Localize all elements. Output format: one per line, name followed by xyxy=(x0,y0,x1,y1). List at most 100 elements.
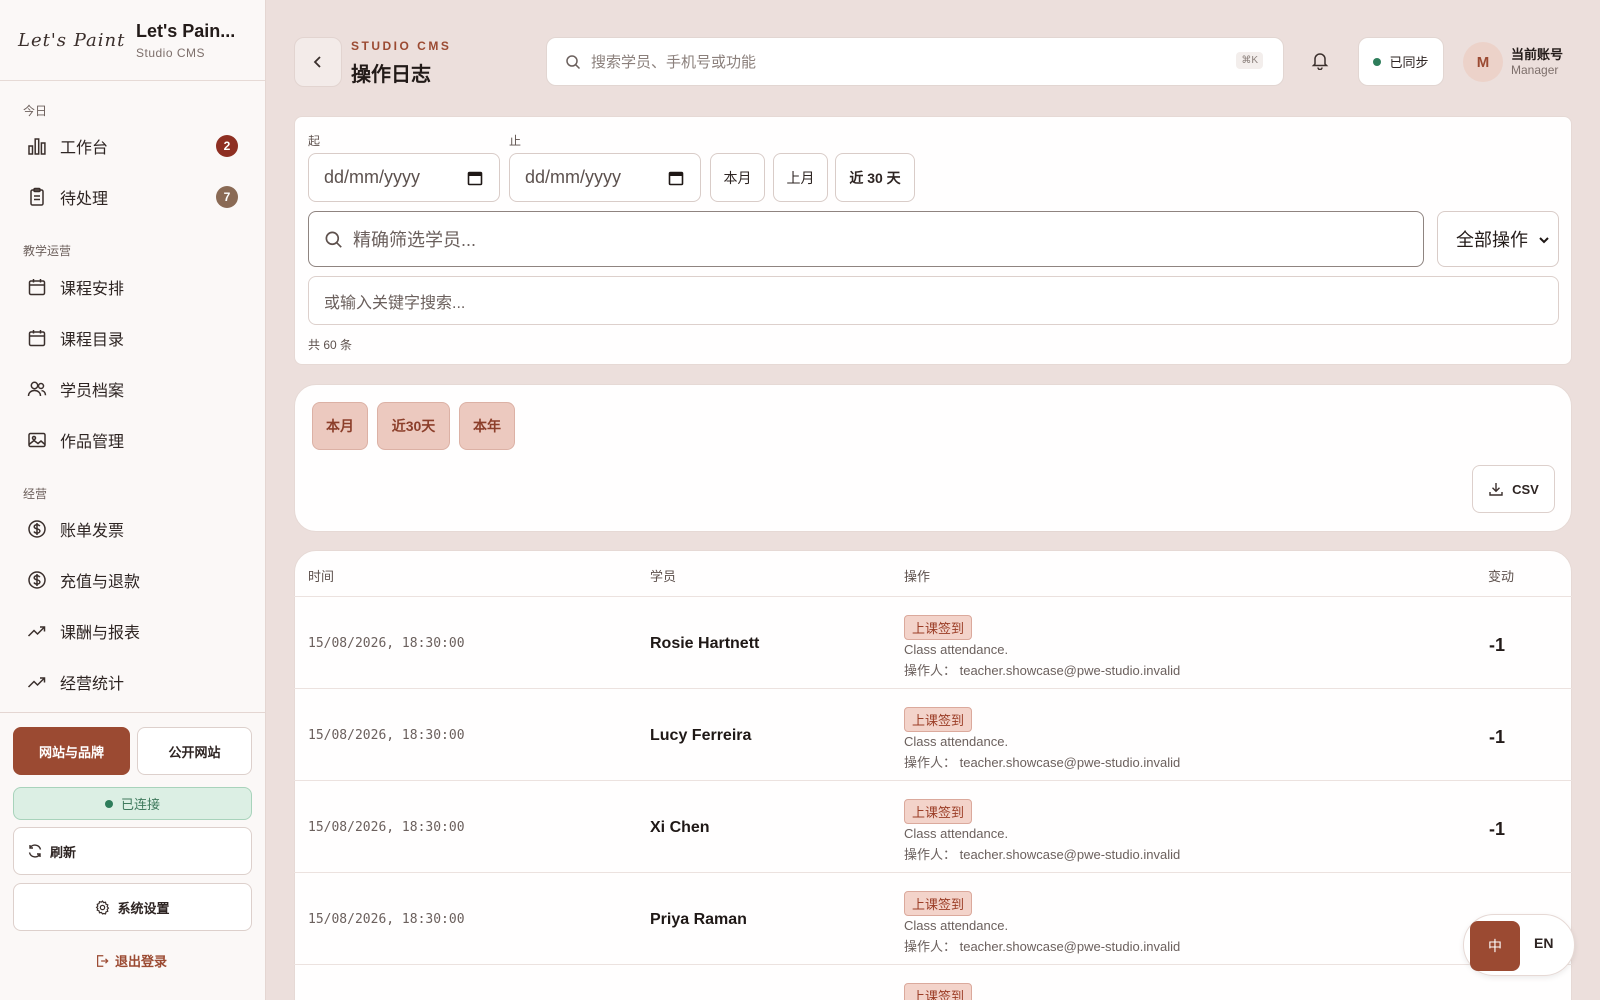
calendar-icon xyxy=(668,171,684,186)
column-header-delta: 变动 xyxy=(1488,569,1515,584)
sidebar-item-students[interactable]: 学员档案 xyxy=(18,369,248,409)
sidebar: Let's Paint Let's Pain... Studio CMS 今日 … xyxy=(0,0,266,1000)
row-student: Xi Chen xyxy=(650,819,710,836)
sidebar-footer xyxy=(0,712,266,713)
count-badge: 7 xyxy=(216,186,238,208)
trend-icon xyxy=(27,626,46,637)
sidebar-item-catalog[interactable]: 课程目录 xyxy=(18,318,248,358)
lang-en-button[interactable]: EN xyxy=(1534,935,1553,951)
brand-header: Let's Paint Let's Pain... Studio CMS xyxy=(0,0,265,81)
quick-last-month-button[interactable]: 上月 xyxy=(773,153,828,202)
chevron-down-icon xyxy=(1539,237,1549,244)
top-bar: STUDIO CMS 操作日志 搜索学员、手机号或功能 ⌘K 已同步 M 当前账… xyxy=(266,0,1600,115)
logout-link[interactable]: 退出登录 xyxy=(95,951,167,970)
column-header-student: 学员 xyxy=(650,569,677,584)
table-row[interactable]: 上课签到 xyxy=(294,964,1572,1000)
public-site-button[interactable]: 公开网站 xyxy=(137,727,252,775)
quick-this-month-button[interactable]: 本月 xyxy=(710,153,765,202)
row-operator: 操作人： teacher.showcase@pwe-studio.invalid xyxy=(904,939,1181,954)
sidebar-item-label: 经营统计 xyxy=(60,676,125,693)
column-header-action: 操作 xyxy=(904,569,931,584)
action-type-select[interactable]: 全部操作 xyxy=(1437,211,1559,267)
calendar-icon xyxy=(28,279,46,296)
sidebar-item-schedule[interactable]: 课程安排 xyxy=(18,267,248,307)
row-time: 15/08/2026, 18:30:00 xyxy=(308,728,465,743)
sidebar-item-artworks[interactable]: 作品管理 xyxy=(18,420,248,460)
sidebar-item-dashboard[interactable]: 工作台 2 xyxy=(18,126,248,166)
count-badge: 2 xyxy=(216,135,238,157)
sidebar-item-payroll[interactable]: 课酬与报表 xyxy=(18,611,248,651)
refresh-button[interactable]: 刷新 xyxy=(13,827,252,875)
date-placeholder: dd/mm/yyyy xyxy=(324,167,421,187)
chip-last-30-days[interactable]: 近30天 xyxy=(377,402,450,450)
row-delta: -1 xyxy=(1489,635,1506,655)
settings-button[interactable]: 系统设置 xyxy=(13,883,252,931)
gear-icon xyxy=(96,899,110,915)
sidebar-item-stats[interactable]: 经营统计 xyxy=(18,662,248,702)
status-dot xyxy=(104,799,113,808)
action-tag: 上课签到 xyxy=(904,707,973,732)
section-label-teaching: 教学运营 xyxy=(23,244,72,258)
refresh-label: 刷新 xyxy=(50,844,77,860)
sidebar-item-invoices[interactable]: 账单发票 xyxy=(18,509,248,549)
column-header-time: 时间 xyxy=(308,569,335,584)
sidebar-item-label: 课酬与报表 xyxy=(60,625,141,642)
row-operator: 操作人： teacher.showcase@pwe-studio.invalid xyxy=(904,663,1181,678)
section-label-today: 今日 xyxy=(23,104,48,118)
table-row[interactable]: 15/08/2026, 18:30:00 Rosie Hartnett 上课签到… xyxy=(294,596,1572,688)
brand-logo: Let's Paint xyxy=(18,29,126,51)
page-eyebrow: STUDIO CMS xyxy=(351,39,452,53)
avatar[interactable]: M xyxy=(1463,42,1503,82)
row-delta: -1 xyxy=(1489,727,1506,747)
row-delta: -1 xyxy=(1489,819,1506,839)
sidebar-item-label: 工作台 xyxy=(60,140,109,157)
sidebar-item-label: 课程安排 xyxy=(60,281,125,298)
chevron-left-icon xyxy=(313,56,321,68)
back-button[interactable] xyxy=(294,37,342,87)
refresh-icon xyxy=(28,844,42,858)
table-row[interactable]: 15/08/2026, 18:30:00 Lucy Ferreira 上课签到 … xyxy=(294,688,1572,780)
row-note: Class attendance. xyxy=(904,642,1009,657)
account-role: Manager xyxy=(1511,63,1559,77)
sync-status[interactable]: 已同步 xyxy=(1358,37,1444,86)
chip-this-year[interactable]: 本年 xyxy=(459,402,515,450)
action-tag: 上课签到 xyxy=(904,615,973,640)
website-brand-button[interactable]: 网站与品牌 xyxy=(13,727,130,775)
chip-this-month[interactable]: 本月 xyxy=(312,402,368,450)
table-row[interactable]: 15/08/2026, 18:30:00 Priya Raman 上课签到 Cl… xyxy=(294,872,1572,964)
sidebar-item-topup-refund[interactable]: 充值与退款 xyxy=(18,560,248,600)
row-time: 15/08/2026, 18:30:00 xyxy=(308,912,465,927)
sidebar-item-pending[interactable]: 待处理 7 xyxy=(18,177,248,217)
download-icon xyxy=(1489,483,1503,496)
action-tag: 上课签到 xyxy=(904,983,973,1000)
sidebar-item-label: 课程目录 xyxy=(60,332,125,349)
dollar-icon xyxy=(28,520,46,538)
student-filter-input[interactable]: 精确筛选学员... xyxy=(308,211,1424,267)
connection-status: 已连接 xyxy=(13,787,252,820)
dollar-icon xyxy=(28,571,46,589)
search-placeholder: 搜索学员、手机号或功能 xyxy=(591,54,757,71)
sidebar-item-label: 作品管理 xyxy=(60,434,125,451)
lang-zh-button[interactable]: 中 xyxy=(1470,921,1520,971)
quick-last-30-days-button[interactable]: 近 30 天 xyxy=(835,153,915,202)
bell-icon xyxy=(1311,53,1329,71)
row-note: Class attendance. xyxy=(904,918,1009,933)
notification-button[interactable] xyxy=(1310,50,1330,75)
to-date-input[interactable]: dd/mm/yyyy xyxy=(509,153,701,202)
date-placeholder: dd/mm/yyyy xyxy=(525,167,622,187)
table-row[interactable]: 15/08/2026, 18:30:00 Xi Chen 上课签到 Class … xyxy=(294,780,1572,872)
keyword-search-input[interactable]: 或输入关键字搜索... xyxy=(308,276,1559,325)
logout-icon xyxy=(97,954,109,967)
sidebar-item-label: 待处理 xyxy=(60,191,109,208)
settings-label: 系统设置 xyxy=(117,900,170,916)
row-student: Lucy Ferreira xyxy=(650,727,752,744)
row-note: Class attendance. xyxy=(904,734,1009,749)
csv-export-button[interactable]: CSV xyxy=(1472,465,1555,513)
sidebar-item-label: 账单发票 xyxy=(60,523,125,540)
calendar-icon xyxy=(28,330,46,347)
status-dot xyxy=(1373,57,1382,66)
page-title: 操作日志 xyxy=(351,64,431,86)
from-date-input[interactable]: dd/mm/yyyy xyxy=(308,153,500,202)
global-search-input[interactable]: 搜索学员、手机号或功能 ⌘K xyxy=(546,37,1284,86)
row-time: 15/08/2026, 18:30:00 xyxy=(308,820,465,835)
